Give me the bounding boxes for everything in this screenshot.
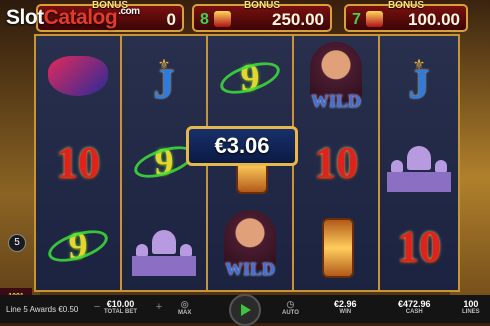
- palace-symbol: [122, 204, 206, 288]
- cash-display: €472.96 CASH: [398, 299, 431, 315]
- reel-4: WILD 10: [294, 36, 378, 290]
- reel-5: ⚜ J 10: [380, 36, 458, 290]
- win-line-message: Line 5 Awards €0.50: [6, 305, 79, 314]
- bonus-count: 7: [352, 11, 361, 28]
- nine-symbol: 9: [36, 204, 120, 288]
- jack-symbol: ⚜ J: [408, 56, 430, 108]
- win-display: €2.96 WIN: [334, 299, 357, 315]
- lantern-icon: [322, 218, 354, 278]
- bonus-count: 8: [200, 11, 209, 28]
- lantern-symbol: [294, 204, 378, 288]
- autoplay-button[interactable]: ◷ AUTO: [282, 299, 299, 316]
- payline-marker-5[interactable]: 5: [8, 234, 26, 252]
- watermark-slot: Slot: [6, 6, 44, 29]
- reel-1: 10 9: [36, 36, 120, 290]
- minus-icon[interactable]: −: [90, 300, 104, 314]
- wild-symbol: WILD: [208, 204, 292, 288]
- watermark: SlotCatalog.com: [6, 6, 140, 30]
- bonus-amount: 250.00: [272, 10, 324, 29]
- wild-mini-icon: [366, 11, 383, 27]
- wild-symbol: WILD: [294, 36, 378, 120]
- total-bet[interactable]: €10.00 TOTAL BET: [104, 299, 137, 315]
- max-bet-button[interactable]: ◎ MAX: [178, 299, 191, 316]
- win-amount-display: €3.06: [186, 126, 298, 166]
- ten-symbol: 10: [314, 137, 358, 187]
- palace-symbol: [380, 120, 458, 204]
- fleur-icon: ⚜: [157, 56, 171, 72]
- mask-symbol: [36, 36, 120, 120]
- bonus-amount: 0: [166, 10, 176, 29]
- play-icon: [241, 304, 251, 316]
- watermark-catalog: Catalog: [43, 6, 118, 29]
- jack-symbol: ⚜ J: [153, 56, 175, 108]
- fleur-icon: ⚜: [412, 56, 426, 72]
- ten-symbol: 10: [56, 137, 100, 187]
- mask-icon: [48, 56, 108, 96]
- wild-mini-icon: [214, 11, 231, 27]
- nine-symbol: 9: [208, 36, 292, 120]
- plus-icon[interactable]: +: [152, 300, 166, 314]
- spin-button[interactable]: [229, 294, 261, 326]
- bonus-amount: 100.00: [408, 10, 460, 29]
- ten-symbol: 10: [397, 221, 441, 271]
- watermark-domain: .com: [118, 6, 140, 17]
- palace-icon: [387, 142, 451, 192]
- palace-icon: [132, 226, 196, 276]
- bonus-meter-2: BONUS 8 250.00: [192, 0, 332, 32]
- bonus-meter-3: BONUS 7 100.00: [344, 0, 468, 32]
- lines-display[interactable]: 100 LINES: [462, 299, 480, 315]
